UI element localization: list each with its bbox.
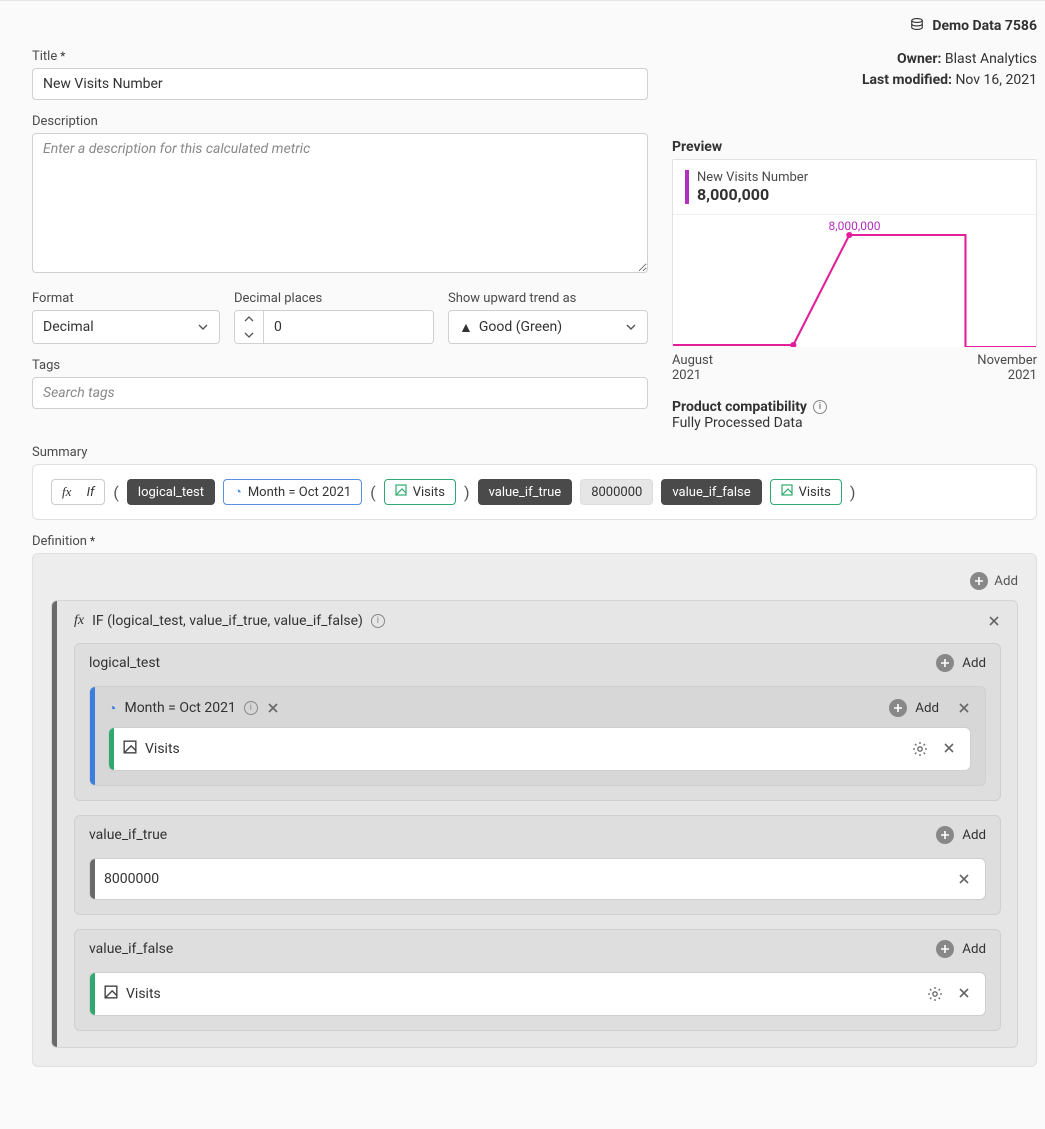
definition-box: Add fx IF (logical_test, value_if_true, … (32, 553, 1037, 1067)
title-label: Title (32, 49, 648, 64)
product-compat-label: Product compatibility (672, 399, 807, 415)
title-input[interactable] (32, 68, 648, 100)
summary-label: Summary (32, 445, 1037, 460)
add-icon (970, 572, 988, 590)
description-textarea[interactable] (32, 133, 648, 273)
visits-metric[interactable]: Visits (89, 972, 986, 1016)
definition-label: Definition (32, 534, 1037, 549)
preview-metric-name: New Visits Number (697, 170, 808, 185)
add-icon (936, 940, 954, 958)
static-number-value: 8000000 (104, 871, 159, 887)
logical-test-label: logical_test (89, 655, 160, 671)
chart-x-axis: August2021 November2021 (672, 353, 1037, 383)
decimal-places-label: Decimal places (234, 291, 434, 306)
decimal-up-button[interactable] (235, 311, 263, 327)
paren-open: ( (113, 483, 118, 502)
preview-chart-box: New Visits Number 8,000,000 8,000,000 (672, 159, 1037, 347)
close-icon[interactable] (957, 872, 971, 886)
metric-icon (781, 484, 793, 500)
topbar: Demo Data 7586 (8, 11, 1037, 49)
visits-metric[interactable]: Visits (108, 727, 971, 771)
add-button[interactable]: Add (915, 701, 939, 716)
summary-segment-pill: ◔ Month = Oct 2021 (223, 479, 362, 505)
decimal-places-input[interactable] (264, 311, 433, 343)
tags-label: Tags (32, 358, 648, 373)
info-icon[interactable]: i (813, 400, 827, 414)
product-compat-value: Fully Processed Data (672, 415, 1037, 431)
dataset-name: Demo Data 7586 (932, 18, 1037, 34)
chevron-down-icon (625, 321, 637, 333)
triangle-up-icon: ▲ (459, 319, 473, 336)
info-icon[interactable]: i (371, 614, 385, 628)
add-button[interactable]: Add (962, 656, 986, 671)
metric-label: Visits (145, 741, 180, 757)
add-button[interactable]: Add (994, 574, 1018, 589)
info-icon[interactable]: i (244, 701, 258, 715)
data-icon (910, 17, 924, 35)
summary-value-if-true-pill: value_if_true (478, 479, 573, 505)
add-button[interactable]: Add (962, 828, 986, 843)
add-icon (889, 699, 907, 717)
accent-bar (685, 170, 689, 204)
value-if-false-block: value_if_false Add Visits (74, 929, 1001, 1031)
logical-test-block: logical_test Add ◔ Month = Oct 2021 i Ad… (74, 643, 1001, 801)
close-icon[interactable] (957, 701, 971, 715)
summary-metric-pill: Visits (384, 479, 456, 505)
chevron-down-icon (197, 321, 209, 333)
metric-label: Visits (126, 986, 161, 1002)
segment-icon: ◔ (234, 484, 242, 500)
gear-icon[interactable] (927, 986, 943, 1002)
summary-metric-pill: Visits (770, 479, 842, 505)
function-signature: IF (logical_test, value_if_true, value_i… (92, 613, 363, 629)
gear-icon[interactable] (912, 741, 928, 757)
close-icon[interactable] (957, 986, 971, 1002)
format-select[interactable]: Decimal (32, 310, 220, 344)
preview-heading: Preview (672, 139, 1037, 155)
summary-logical-test-pill: logical_test (127, 479, 215, 505)
upward-trend-label: Show upward trend as (448, 291, 648, 306)
upward-trend-select[interactable]: ▲ Good (Green) (448, 310, 648, 344)
upward-trend-value: Good (Green) (479, 319, 562, 335)
decimal-down-button[interactable] (235, 327, 263, 343)
close-icon[interactable] (942, 741, 956, 757)
tags-input[interactable] (32, 377, 648, 409)
chart-peak-label: 8,000,000 (829, 219, 881, 233)
format-value: Decimal (43, 319, 94, 335)
summary-box: fx If ( logical_test ◔ Month = Oct 2021 … (32, 464, 1037, 520)
value-if-true-block: value_if_true Add 8000000 (74, 815, 1001, 915)
static-number-row[interactable]: 8000000 (89, 858, 986, 900)
segment-icon: ◔ (108, 700, 116, 717)
if-function-card: fx IF (logical_test, value_if_true, valu… (51, 600, 1018, 1048)
value-if-false-label: value_if_false (89, 941, 173, 957)
add-button[interactable]: Add (962, 942, 986, 957)
paren-close: ) (464, 483, 470, 502)
paren-open: ( (370, 483, 375, 502)
owner-meta: Owner: Blast Analytics Last modified: No… (672, 49, 1037, 91)
preview-metric-value: 8,000,000 (697, 185, 808, 204)
value-if-true-label: value_if_true (89, 827, 167, 843)
metric-icon (123, 740, 137, 758)
metric-icon (104, 985, 118, 1003)
paren-close: ) (850, 483, 856, 502)
summary-fx-pill: fx If (51, 479, 105, 505)
close-icon[interactable] (266, 701, 280, 715)
metric-icon (395, 484, 407, 500)
description-label: Description (32, 114, 648, 129)
summary-value-if-false-pill: value_if_false (661, 479, 761, 505)
add-icon (936, 826, 954, 844)
add-icon (936, 654, 954, 672)
segment-label: Month = Oct 2021 (124, 700, 235, 716)
summary-number-pill: 8000000 (580, 479, 653, 505)
close-icon[interactable] (987, 614, 1001, 628)
fx-icon: fx (74, 613, 84, 629)
format-label: Format (32, 291, 220, 306)
preview-chart: 8,000,000 (673, 215, 1036, 347)
